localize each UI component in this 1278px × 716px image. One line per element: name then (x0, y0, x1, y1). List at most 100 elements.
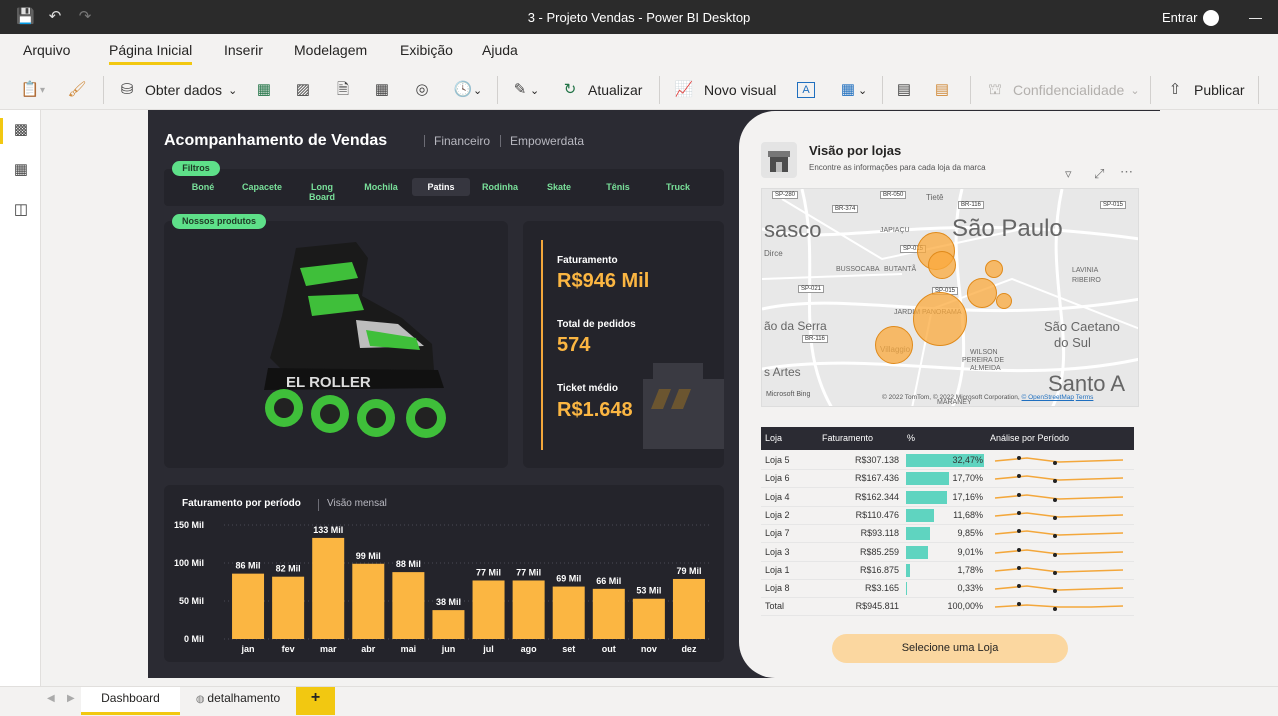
dataflow-icon: ▨ (295, 81, 311, 98)
bar-set[interactable] (552, 586, 585, 639)
focus-mode-icon[interactable]: ⤢ (1094, 166, 1104, 182)
tab-detalhamento-label: detalhamento (207, 691, 281, 705)
store-bubble[interactable] (928, 251, 956, 279)
store-bubble[interactable] (875, 326, 913, 364)
table-row[interactable]: Loja 2 R$110.476 11,68% (761, 507, 1134, 525)
y-tick-label: 50 Mil (179, 596, 204, 606)
publish-button[interactable]: ⇧ Publicar (1165, 79, 1245, 101)
y-tick-label: 150 Mil (174, 520, 204, 530)
bar-mai[interactable] (392, 572, 425, 639)
x-tick-label: mar (320, 644, 337, 654)
table-row[interactable]: Loja 5 R$307.138 32,47% (761, 452, 1134, 470)
text-box-button[interactable]: A (797, 79, 815, 101)
bar-jul[interactable] (472, 580, 505, 639)
more-visuals-button[interactable]: ▦ ⌄ (838, 79, 867, 101)
transform-button[interactable]: ✎ ⌄ (510, 79, 540, 101)
table-header[interactable]: Faturamento (818, 427, 903, 450)
cell-faturamento: R$16.875 (859, 564, 899, 575)
minimize-button[interactable]: — (1249, 10, 1262, 25)
table-header[interactable]: Loja (761, 427, 818, 450)
paste-button[interactable]: 📋 ▾ (20, 79, 45, 101)
filter-patins[interactable]: Patins (412, 178, 470, 196)
kpi-ticket-value: R$1.648 (557, 399, 633, 421)
bar-abr[interactable] (352, 563, 385, 639)
menu-inserir[interactable]: Inserir (224, 42, 263, 58)
menu-exibicao[interactable]: Exibição (400, 42, 453, 58)
filter-boné[interactable]: Boné (178, 182, 228, 192)
get-data-button[interactable]: ⛁ Obter dados ⌄ (117, 79, 238, 101)
add-page-button[interactable]: + (296, 687, 335, 715)
store-map[interactable]: sasco São Paulo Dirce JAPIAÇU BUSSOCABA BUTAN… (761, 188, 1139, 407)
bar-jun[interactable] (432, 610, 465, 639)
signin-link[interactable]: Entrar (1162, 10, 1197, 25)
report-subtitle-empowerdata: Empowerdata (510, 134, 585, 148)
osm-link[interactable]: © OpenStreetMap (1022, 394, 1074, 401)
filter-capacete[interactable]: Capacete (237, 182, 287, 192)
table-row[interactable]: Loja 8 R$3.165 0,33% (761, 580, 1134, 599)
bar-dez[interactable] (672, 578, 705, 639)
report-view-icon[interactable]: ▩ (11, 120, 31, 140)
table-header[interactable]: % (903, 427, 986, 450)
table-row[interactable]: Loja 1 R$16.875 1,78% (761, 562, 1134, 580)
quick-measure-button[interactable]: ▤ (932, 79, 952, 101)
filter-rodinha[interactable]: Rodinha (475, 182, 525, 192)
store-bubble[interactable] (985, 260, 1003, 278)
bar-ago[interactable] (512, 580, 545, 639)
table-row[interactable]: Loja 4 R$162.344 17,16% (761, 489, 1134, 507)
store-bubble[interactable] (996, 293, 1012, 309)
filter-long-board[interactable]: Long Board (297, 182, 347, 202)
menu-ajuda[interactable]: Ajuda (482, 42, 518, 58)
dataflow-button[interactable]: ▨ (293, 79, 313, 101)
bar-nov[interactable] (632, 598, 665, 639)
format-painter-button[interactable]: 🖌 (67, 79, 87, 101)
bar-mar[interactable] (312, 537, 345, 639)
bar-jan[interactable] (232, 573, 265, 639)
new-measure-button[interactable]: ▤ (894, 79, 914, 101)
select-store-button[interactable]: Selecione uma Loja (832, 634, 1068, 663)
table-row[interactable]: Total R$945.811 100,00% (761, 598, 1134, 617)
store-bubble[interactable] (967, 278, 997, 308)
recent-sources-button[interactable]: ◎ (412, 79, 432, 101)
excel-icon: ▦ (256, 81, 272, 98)
store-bubble[interactable] (913, 292, 967, 346)
filter-icon[interactable]: ▿ (1065, 166, 1072, 182)
filter-mochila[interactable]: Mochila (356, 182, 406, 192)
sparkline (994, 510, 1124, 520)
sensitivity-button[interactable]: ⛫ Confidencialidade ⌄ (985, 79, 1139, 101)
menu-modelagem[interactable]: Modelagem (294, 42, 367, 58)
cell-loja: Loja 6 (765, 473, 790, 484)
tab-prev-icon[interactable]: ◀ (47, 693, 55, 704)
terms-link[interactable]: Terms (1076, 394, 1094, 401)
table-row[interactable]: Loja 3 R$85.259 9,01% (761, 544, 1134, 562)
filter-skate[interactable]: Skate (534, 182, 584, 192)
refresh-label: Atualizar (588, 82, 643, 98)
bar-out[interactable] (592, 588, 625, 639)
table-header[interactable]: Análise por Período (986, 427, 1134, 450)
filter-tênis[interactable]: Tênis (593, 182, 643, 192)
road-shield: SP-280 (772, 191, 799, 199)
x-tick-label: set (562, 644, 575, 654)
avatar[interactable] (1203, 10, 1219, 26)
refresh-button[interactable]: ↻ Atualizar (560, 79, 643, 101)
tab-dashboard[interactable]: Dashboard (81, 687, 180, 715)
pct-bar (906, 545, 928, 559)
table-row[interactable]: Loja 7 R$93.118 9,85% (761, 525, 1134, 544)
model-view-icon[interactable]: ◫ (11, 200, 31, 220)
filter-truck[interactable]: Truck (653, 182, 703, 192)
new-visual-button[interactable]: 📈 Novo visual (674, 79, 777, 101)
dataverse-button[interactable]: 🗎 (333, 79, 353, 101)
bar-fev[interactable] (272, 576, 305, 639)
table-row[interactable]: Loja 6 R$167.436 17,70% (761, 470, 1134, 489)
tab-next-icon[interactable]: ▶ (67, 693, 75, 704)
enter-data-button[interactable]: ▦ (372, 79, 392, 101)
recent-button[interactable]: 🕓 ⌄ (453, 79, 483, 101)
map-place-label: São Caetano (1044, 319, 1120, 334)
more-options-icon[interactable]: ⋯ (1120, 164, 1133, 180)
tab-detalhamento[interactable]: ◍ detalhamento (186, 687, 290, 715)
calculator-icon: ▤ (896, 81, 912, 98)
map-place-label: São Paulo (952, 215, 1063, 242)
excel-button[interactable]: ▦ (254, 79, 274, 101)
data-view-icon[interactable]: ▦ (11, 160, 31, 180)
menu-arquivo[interactable]: Arquivo (23, 42, 70, 58)
menu-pagina-inicial[interactable]: Página Inicial (109, 42, 193, 65)
